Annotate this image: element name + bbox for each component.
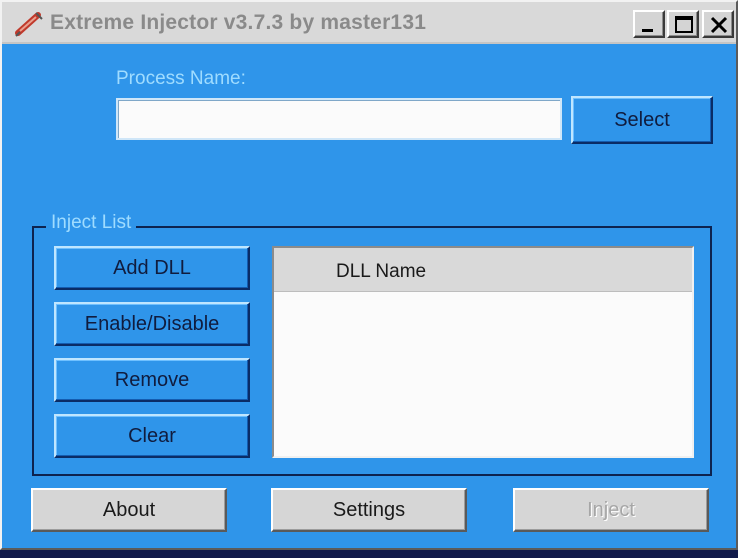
inject-list-label: Inject List xyxy=(46,212,137,234)
remove-button[interactable]: Remove xyxy=(54,358,250,402)
maximize-icon xyxy=(675,16,693,33)
window-title: Extreme Injector v3.7.3 by master131 xyxy=(50,11,427,34)
process-name-label: Process Name: xyxy=(116,68,246,89)
close-button[interactable] xyxy=(702,10,734,38)
clear-button[interactable]: Clear xyxy=(54,414,250,458)
add-dll-button[interactable]: Add DLL xyxy=(54,246,250,290)
about-button[interactable]: About xyxy=(31,488,227,532)
enable-disable-button[interactable]: Enable/Disable xyxy=(54,302,250,346)
minimize-icon xyxy=(642,29,653,32)
dll-list-header[interactable]: DLL Name xyxy=(274,248,692,292)
title-bar[interactable]: Extreme Injector v3.7.3 by master131 xyxy=(2,2,736,44)
syringe-icon xyxy=(14,11,44,37)
select-button[interactable]: Select xyxy=(571,96,713,144)
minimize-button[interactable] xyxy=(633,10,665,38)
process-name-input[interactable] xyxy=(116,98,562,140)
close-icon xyxy=(710,16,728,34)
column-header-dll-name[interactable]: DLL Name xyxy=(336,261,426,283)
maximize-button[interactable] xyxy=(667,10,699,38)
settings-button[interactable]: Settings xyxy=(271,488,467,532)
inject-button[interactable]: Inject xyxy=(513,488,709,532)
dll-list[interactable]: DLL Name xyxy=(272,246,694,458)
main-window: Extreme Injector v3.7.3 by master131 Pro… xyxy=(0,0,738,550)
window-bottom-edge xyxy=(0,550,738,558)
